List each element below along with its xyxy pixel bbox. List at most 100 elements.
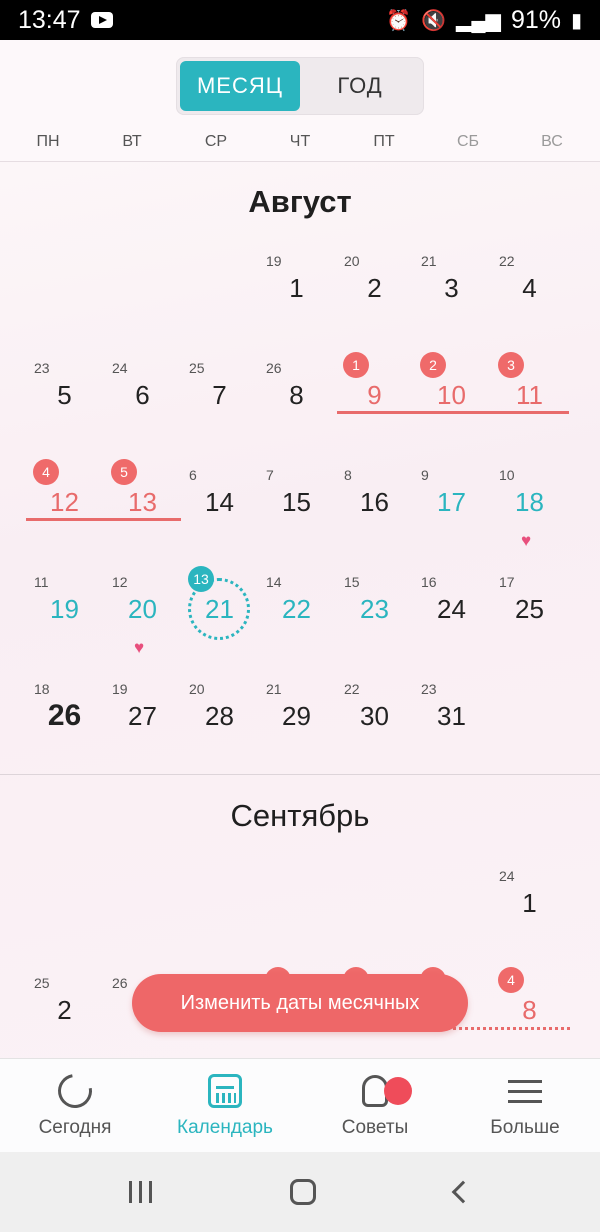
cycle-day-badge: 13 xyxy=(188,566,214,592)
calendar-day[interactable]: 24 6 xyxy=(104,344,181,450)
calendar-day[interactable]: 11 19 xyxy=(26,558,103,664)
month-view-button[interactable]: МЕСЯЦ xyxy=(180,61,300,111)
weekday-label: СБ xyxy=(456,133,480,150)
nav-calendar-label: Календарь xyxy=(177,1117,273,1138)
edit-period-dates-button[interactable]: Изменить даты месячных xyxy=(132,974,468,1032)
calendar-day[interactable]: 22 4 xyxy=(491,237,568,343)
calendar-day[interactable]: 25 2 xyxy=(26,959,103,1058)
day-number: 7 xyxy=(212,380,227,410)
cycle-ring-icon xyxy=(51,1067,99,1115)
cycle-day-label: 10 xyxy=(499,467,515,483)
calendar-day[interactable]: 5 13 xyxy=(104,451,181,557)
calendar-day[interactable]: 10 18 ♥ xyxy=(491,451,568,557)
day-number: 24 xyxy=(437,594,466,624)
cycle-day-label: 21 xyxy=(421,253,437,269)
calendar-day[interactable]: 26 8 xyxy=(258,344,335,450)
day-number: 3 xyxy=(444,273,459,303)
cycle-day-label: 11 xyxy=(34,574,49,590)
calendar-day[interactable]: 23 5 xyxy=(26,344,103,450)
weekday-label: ПН xyxy=(36,133,60,150)
cycle-day-label: 8 xyxy=(344,467,352,483)
day-number: 14 xyxy=(205,487,234,517)
calendar-day[interactable]: 15 23 xyxy=(336,558,413,664)
day-number: 4 xyxy=(522,273,537,303)
cycle-day-label: 20 xyxy=(189,681,205,697)
day-number: 1 xyxy=(522,888,537,918)
calendar-day[interactable]: 24 1 xyxy=(491,852,568,958)
cycle-day-badge: 2 xyxy=(420,352,446,378)
calendar-day[interactable]: 17 25 xyxy=(491,558,568,664)
calendar-day[interactable]: 8 16 xyxy=(336,451,413,557)
calendar-day[interactable]: 48 xyxy=(491,959,568,1058)
cycle-day-label: 24 xyxy=(499,868,515,884)
cycle-day-label: 26 xyxy=(112,975,128,991)
calendar-day[interactable]: 3 11 xyxy=(491,344,568,450)
nav-today-label: Сегодня xyxy=(38,1117,112,1138)
day-number: 18 xyxy=(515,487,544,517)
nav-today[interactable]: Сегодня xyxy=(5,1059,145,1152)
nav-calendar[interactable]: Календарь xyxy=(155,1059,295,1152)
youtube-icon xyxy=(90,12,113,28)
day-number: 1 xyxy=(289,273,304,303)
day-number: 25 xyxy=(515,594,544,624)
calendar-day[interactable]: 25 7 xyxy=(181,344,258,450)
calendar-day[interactable]: 9 17 xyxy=(413,451,490,557)
mute-icon: 🔇 xyxy=(421,9,446,32)
calendar-day[interactable]: 20 2 xyxy=(336,237,413,343)
calendar-day[interactable]: 19 1 xyxy=(258,237,335,343)
calendar-day[interactable]: 16 24 xyxy=(413,558,490,664)
calendar-day[interactable]: 6 14 xyxy=(181,451,258,557)
cycle-day-label: 26 xyxy=(266,360,282,376)
cycle-day-badge: 1 xyxy=(343,352,369,378)
day-number: 27 xyxy=(128,701,157,731)
calendar-day[interactable]: 18 26 xyxy=(26,665,103,771)
day-number: 23 xyxy=(360,594,389,624)
calendar-day[interactable]: 19 xyxy=(336,344,413,450)
calendar-day[interactable]: 13 21 xyxy=(181,558,258,664)
calendar-day[interactable]: 12 20 ♥ xyxy=(104,558,181,664)
status-bar: 13:47 ⏰ 🔇 ▂▄▆ 91% ▮ xyxy=(0,0,600,40)
cycle-day-label: 23 xyxy=(34,360,50,376)
calendar-day[interactable]: 4 12 xyxy=(26,451,103,557)
calendar-day[interactable]: 21 29 xyxy=(258,665,335,771)
day-number: 17 xyxy=(437,487,466,517)
calendar-day[interactable]: 21 3 xyxy=(413,237,490,343)
cycle-day-label: 9 xyxy=(421,467,429,483)
calendar-day[interactable]: 2 10 xyxy=(413,344,490,450)
nav-tips[interactable]: Советы xyxy=(305,1059,445,1152)
calendar-day[interactable]: 23 31 xyxy=(413,665,490,771)
calendar-day[interactable]: 20 28 xyxy=(181,665,258,771)
nav-more[interactable]: Больше xyxy=(455,1059,595,1152)
cycle-day-label: 22 xyxy=(344,681,360,697)
back-icon[interactable] xyxy=(451,1180,475,1204)
day-number: 30 xyxy=(360,701,389,731)
year-view-button[interactable]: ГОД xyxy=(300,61,420,111)
cycle-day-label: 23 xyxy=(421,681,437,697)
home-icon[interactable] xyxy=(290,1179,317,1205)
cycle-day-label: 7 xyxy=(266,467,274,483)
system-navigation-bar xyxy=(0,1152,600,1232)
weekday-label: ЧТ xyxy=(289,133,311,150)
day-number: 9 xyxy=(367,380,382,410)
bottom-navigation: Сегодня Календарь Советы Больше xyxy=(0,1058,600,1152)
notification-badge xyxy=(384,1077,412,1105)
nav-more-label: Больше xyxy=(490,1117,560,1138)
calendar-day[interactable]: 22 30 xyxy=(336,665,413,771)
day-number: 2 xyxy=(57,995,72,1025)
weekday-label: СР xyxy=(204,133,228,150)
calendar-scroll-area[interactable]: Август Сентябрь 19 1 20 2 21 3 22 4 23 5 24 6 25 7 26 8… xyxy=(0,162,600,1058)
view-mode-toggle[interactable]: МЕСЯЦ ГОД xyxy=(176,57,424,115)
recent-apps-icon[interactable] xyxy=(129,1181,153,1203)
cycle-day-label: 20 xyxy=(344,253,360,269)
cycle-day-label: 18 xyxy=(34,681,50,697)
cycle-day-label: 19 xyxy=(112,681,128,697)
alarm-icon: ⏰ xyxy=(386,9,412,32)
today-date: 26 xyxy=(47,699,82,732)
day-number: 8 xyxy=(522,995,537,1025)
calendar-day[interactable]: 19 27 xyxy=(104,665,181,771)
day-number: 28 xyxy=(205,701,234,731)
calendar-day[interactable]: 14 22 xyxy=(258,558,335,664)
day-number: 8 xyxy=(289,380,304,410)
status-time: 13:47 xyxy=(18,5,81,34)
calendar-day[interactable]: 7 15 xyxy=(258,451,335,557)
